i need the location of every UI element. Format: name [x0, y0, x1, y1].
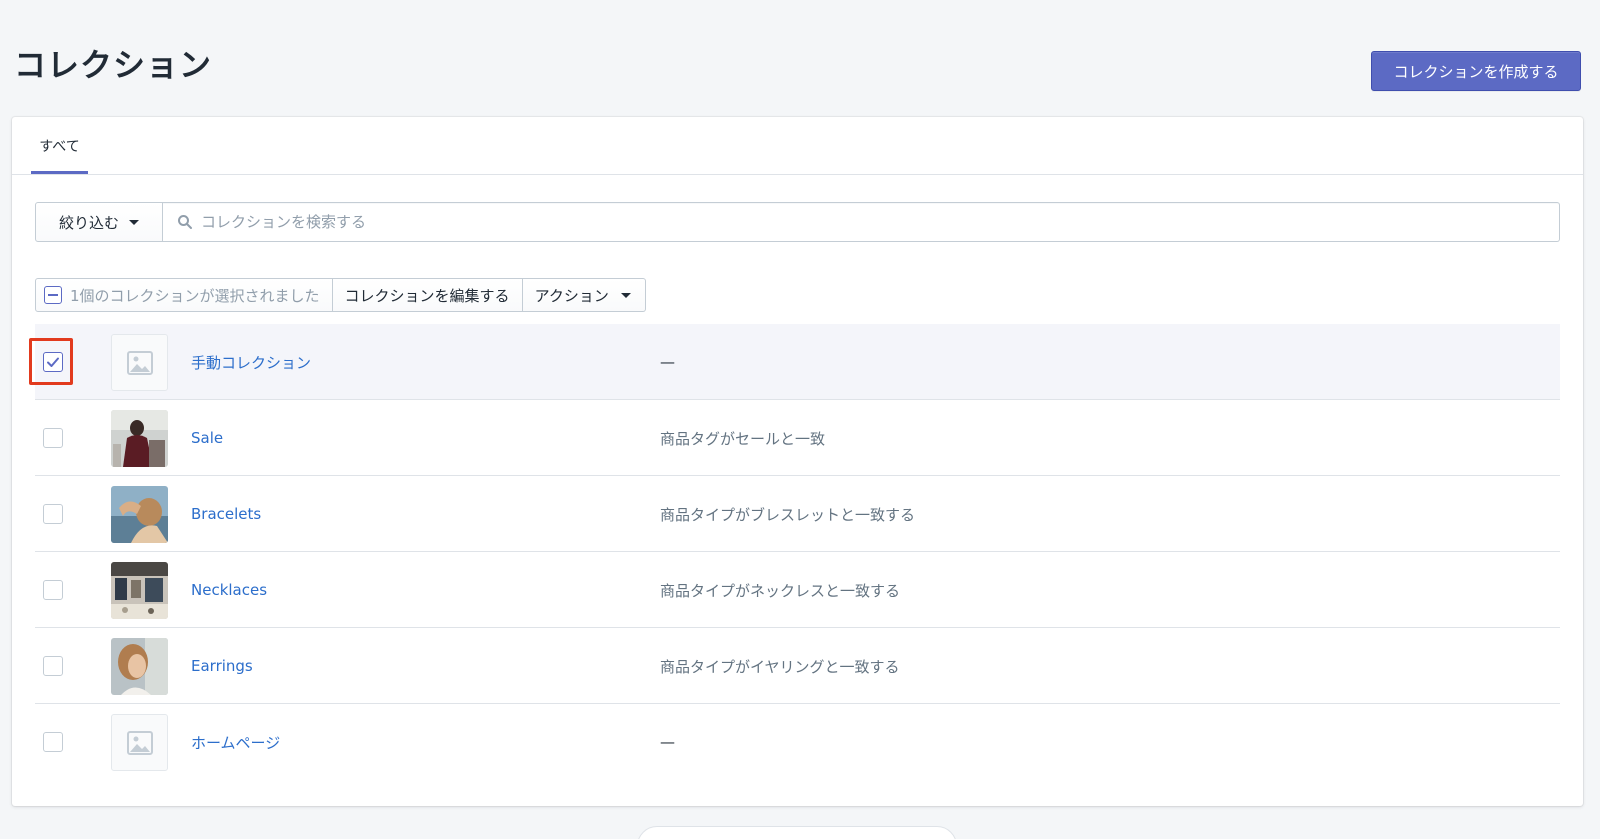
row-checkbox[interactable] — [43, 352, 63, 372]
collection-link[interactable]: Necklaces — [191, 552, 267, 628]
tab-bar: すべて — [12, 117, 1583, 175]
search-icon — [178, 215, 192, 229]
bulk-select-toggle[interactable]: 1個のコレクションが選択されました — [35, 278, 333, 312]
image-placeholder-icon — [111, 714, 168, 771]
caret-down-icon — [620, 292, 631, 298]
filter-bar: 絞り込む — [35, 202, 1560, 242]
bulk-actions-bar: 1個のコレクションが選択されました コレクションを編集する アクション — [35, 278, 646, 312]
row-checkbox[interactable] — [43, 580, 63, 600]
row-checkbox[interactable] — [43, 428, 63, 448]
indeterminate-checkbox-icon — [44, 286, 62, 304]
collection-condition: 商品タイプがネックレスと一致する — [660, 581, 901, 600]
collection-thumbnail — [111, 562, 168, 619]
edit-collections-button[interactable]: コレクションを編集する — [332, 278, 523, 312]
collection-link[interactable]: ホームページ — [191, 704, 280, 780]
collection-condition: — — [660, 353, 675, 371]
actions-dropdown-label: アクション — [534, 286, 609, 305]
actions-dropdown[interactable]: アクション — [522, 278, 646, 312]
collections-list: 手動コレクション — Sale 商品タグがセールと一致 Bracelets 商品… — [29, 324, 1560, 780]
table-row[interactable]: ホームページ — — [35, 704, 1560, 780]
row-checkbox[interactable] — [43, 732, 63, 752]
collection-thumbnail — [111, 486, 168, 543]
table-row[interactable]: Sale 商品タグがセールと一致 — [35, 400, 1560, 476]
table-row[interactable]: Bracelets 商品タイプがブレスレットと一致する — [35, 476, 1560, 552]
filter-button[interactable]: 絞り込む — [35, 202, 163, 242]
table-row[interactable]: Earrings 商品タイプがイヤリングと一致する — [35, 628, 1560, 704]
collection-link[interactable]: Sale — [191, 400, 223, 476]
filter-button-label: 絞り込む — [58, 213, 119, 232]
collection-link[interactable]: 手動コレクション — [191, 324, 311, 400]
create-collection-button[interactable]: コレクションを作成する — [1371, 51, 1581, 91]
table-row[interactable]: Necklaces 商品タイプがネックレスと一致する — [35, 552, 1560, 628]
collection-thumbnail — [111, 638, 168, 695]
selected-count-text: 1個のコレクションが選択されました — [70, 286, 320, 305]
caret-down-icon — [129, 219, 139, 225]
collection-condition: 商品タグがセールと一致 — [660, 429, 826, 448]
collections-card: すべて 絞り込む 1個のコレクションが選択されました コレクションを編集する ア… — [12, 117, 1583, 806]
active-tab-indicator — [31, 171, 88, 174]
pagination-control[interactable] — [637, 826, 957, 839]
checkmark-icon — [47, 357, 59, 367]
page-title: コレクション — [14, 46, 213, 84]
collection-thumbnail — [111, 410, 168, 467]
row-checkbox[interactable] — [43, 656, 63, 676]
collection-condition: 商品タイプがブレスレットと一致する — [660, 505, 916, 524]
search-field[interactable] — [163, 202, 1560, 242]
search-input[interactable] — [201, 213, 1559, 231]
collection-condition: — — [660, 733, 675, 751]
collection-link[interactable]: Earrings — [191, 628, 253, 704]
row-checkbox[interactable] — [43, 504, 63, 524]
collection-condition: 商品タイプがイヤリングと一致する — [660, 657, 900, 676]
collection-link[interactable]: Bracelets — [191, 476, 261, 552]
tab-all[interactable]: すべて — [31, 117, 88, 175]
image-placeholder-icon — [111, 334, 168, 391]
table-row[interactable]: 手動コレクション — — [29, 324, 1560, 400]
